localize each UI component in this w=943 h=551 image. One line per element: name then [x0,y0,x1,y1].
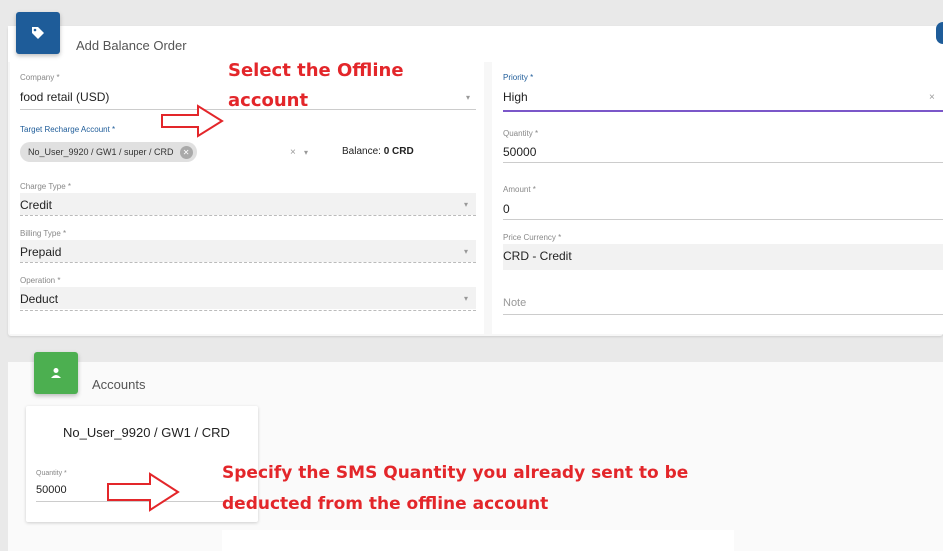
price-currency-field: CRD - Credit [503,249,572,263]
annotation-offline-line1: Select the Offline [228,60,404,81]
operation-bg [20,287,476,309]
billing-type-label: Billing Type * [20,229,67,238]
accounts-card-badge [34,352,78,394]
account-tile-name: No_User_9920 / GW1 / CRD [63,425,230,440]
target-account-chip[interactable]: No_User_9920 / GW1 / super / CRD ✕ [20,142,197,162]
accounts-card-title: Accounts [92,377,146,392]
operation-caret-icon[interactable]: ▾ [464,294,468,303]
operation-label: Operation * [20,276,61,285]
billing-type-select[interactable]: Prepaid [20,245,61,259]
amount-input[interactable]: 0 [503,202,510,216]
amount-label: Amount * [503,185,536,194]
tag-icon [32,27,44,39]
priority-select[interactable]: High [503,90,528,104]
caption-backdrop [222,530,734,551]
priority-clear-icon[interactable]: × [929,92,935,103]
billing-type-bg [20,240,476,262]
priority-label: Priority * [503,73,534,82]
amount-underline [503,219,943,220]
charge-type-caret-icon[interactable]: ▾ [464,200,468,209]
quantity-label: Quantity * [503,129,539,138]
target-account-caret-icon[interactable]: ▾ [304,148,308,157]
price-currency-label: Price Currency * [503,233,562,242]
company-caret-icon[interactable]: ▾ [466,93,470,102]
quantity-underline [503,162,943,163]
note-input[interactable]: Note [503,297,526,309]
balance-readout: Balance: 0 CRD [342,146,414,157]
billing-type-caret-icon[interactable]: ▾ [464,247,468,256]
charge-type-select[interactable]: Credit [20,198,52,212]
user-icon [51,368,61,378]
charge-type-underline [20,215,476,216]
annotation-arrow-right-icon [161,104,224,138]
annotation-offline-line2: account [228,90,309,111]
operation-underline [20,310,476,311]
chip-remove-icon[interactable]: ✕ [179,145,193,159]
account-quantity-input[interactable]: 50000 [36,484,67,496]
balance-label: Balance: [342,146,381,157]
target-account-label: Target Recharge Account * [20,125,116,134]
annotation-sms-line2: deducted from the offline account [222,494,549,514]
right-form-panel [492,62,943,334]
order-card-title: Add Balance Order [76,38,187,53]
priority-underline [503,110,943,112]
target-account-chip-text: No_User_9920 / GW1 / super / CRD [28,147,174,157]
company-select[interactable]: food retail (USD) [20,90,109,104]
annotation-sms-line1: Specify the SMS Quantity you already sen… [222,463,689,483]
charge-type-label: Charge Type * [20,182,71,191]
charge-type-bg [20,193,476,215]
top-right-fab[interactable] [936,22,943,44]
order-card-badge [16,12,60,54]
quantity-input[interactable]: 50000 [503,145,536,159]
balance-value: 0 CRD [383,146,414,157]
operation-select[interactable]: Deduct [20,292,58,306]
billing-type-underline [20,262,476,263]
note-underline [503,314,943,315]
account-quantity-label: Quantity * [36,470,67,477]
company-label: Company * [20,73,60,82]
target-account-clear-icon[interactable]: × [290,147,296,158]
annotation-arrow-right-icon-2 [107,472,180,512]
